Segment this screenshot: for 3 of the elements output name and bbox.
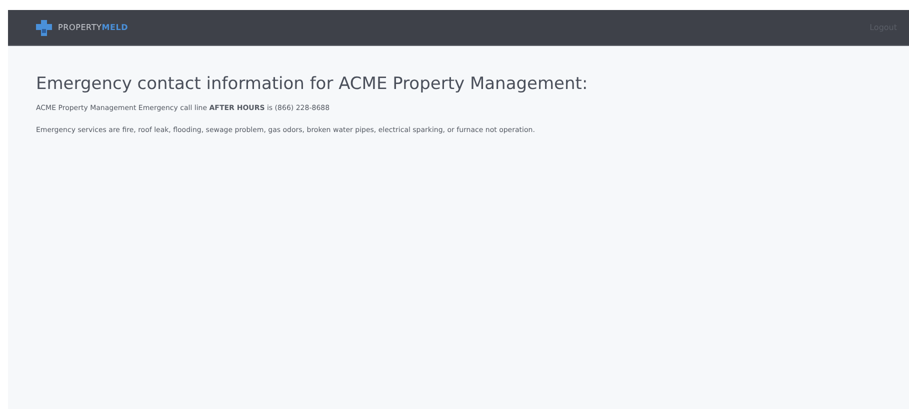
logo-text: PROPERTYMELD bbox=[58, 23, 128, 32]
page-heading: Emergency contact information for ACME Property Management: bbox=[36, 74, 589, 94]
logo-icon bbox=[36, 20, 52, 36]
